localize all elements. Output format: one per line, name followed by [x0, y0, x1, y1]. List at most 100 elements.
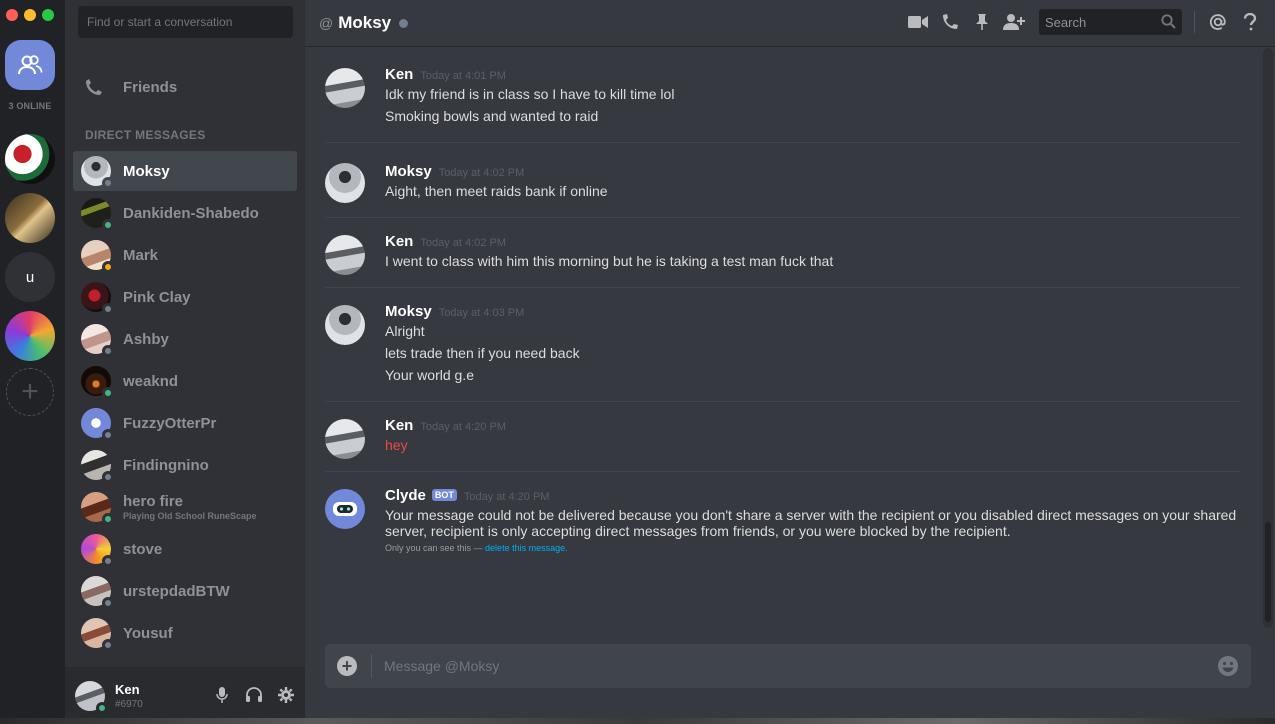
dm-item[interactable]: Findingnino [73, 445, 297, 485]
add-friend-icon[interactable] [1003, 9, 1025, 35]
dm-item[interactable]: weaknd [73, 361, 297, 401]
at-icon: @ [319, 15, 334, 31]
headphones-icon[interactable] [245, 685, 263, 705]
dm-avatar [81, 450, 114, 483]
dm-name: Yousuf [123, 624, 173, 642]
server-initial: u [25, 268, 35, 286]
window-minimize-button[interactable] [24, 9, 36, 21]
status-dot [102, 261, 114, 273]
dm-item[interactable]: Mark [73, 235, 297, 275]
dm-item[interactable]: stove [73, 529, 297, 569]
message-avatar[interactable] [325, 163, 365, 203]
message-text: Alright [385, 323, 425, 339]
dm-list: Moksy Dankiden-Shabedo Mark Pink Clay Ashby w… [73, 151, 297, 655]
message-author[interactable]: Ken [385, 233, 413, 250]
message-author[interactable]: Ken [385, 417, 413, 434]
channel-header: @ Moksy [305, 0, 1275, 47]
message-author[interactable]: Ken [385, 66, 413, 83]
message-text: Your world g.e [385, 367, 474, 383]
message-timestamp: Today at 4:01 PM [420, 70, 506, 82]
recipient-status-dot [399, 18, 409, 28]
message-avatar[interactable] [325, 305, 365, 345]
window-close-button[interactable] [6, 9, 18, 21]
delete-message-link[interactable]: delete this message. [485, 543, 568, 553]
voice-call-icon[interactable] [939, 9, 961, 35]
message-author[interactable]: Moksy [385, 303, 432, 320]
dm-avatar [81, 240, 114, 273]
message-scrollbar[interactable] [1263, 48, 1273, 628]
message-group: Moksy Today at 4:02 PM Aight, then meet ra… [325, 143, 1240, 218]
emoji-icon[interactable] [1217, 655, 1239, 677]
message-group: Moksy Today at 4:03 PM Alright lets trade t… [325, 288, 1240, 402]
settings-gear-icon[interactable] [277, 685, 295, 705]
pinned-messages-icon[interactable] [971, 9, 993, 35]
dm-activity: Playing Old School RuneScape [123, 511, 257, 521]
friends-label: Friends [123, 78, 178, 96]
message-author[interactable]: Clyde [385, 487, 426, 504]
status-dot [102, 219, 114, 231]
upload-plus-button[interactable]: + [337, 656, 357, 676]
help-icon[interactable] [1239, 9, 1261, 35]
microphone-icon[interactable] [213, 685, 231, 705]
message-avatar[interactable] [325, 489, 365, 529]
status-dot [102, 387, 114, 399]
window-maximize-button[interactable] [42, 9, 54, 21]
desktop-strip [0, 718, 1275, 724]
message-text: Your message could not be delivered beca… [385, 507, 1237, 539]
dm-avatar [81, 618, 114, 651]
message-group: Clyde BOT Today at 4:20 PM Your message cou… [325, 472, 1240, 568]
dm-item[interactable]: Moksy [73, 151, 297, 191]
friends-icon [18, 55, 43, 75]
home-button[interactable] [5, 40, 55, 90]
message-avatar[interactable] [325, 68, 365, 108]
find-conversation-input[interactable] [78, 6, 293, 38]
server-icon-2[interactable] [5, 193, 55, 243]
bot-badge: BOT [431, 489, 457, 501]
dm-name: Dankiden-Shabedo [123, 204, 259, 222]
mentions-icon[interactable] [1207, 9, 1229, 35]
message-text: I went to class with him this morning bu… [385, 253, 834, 269]
message-text: Idk my friend is in class so I have to k… [385, 86, 675, 102]
dm-avatar [81, 492, 114, 525]
status-dot [102, 345, 114, 357]
dm-item[interactable]: urstepdadBTW [73, 571, 297, 611]
dm-avatar [81, 198, 114, 231]
ephemeral-notice: Only you can see this — delete this mess… [385, 543, 1240, 553]
server-icon-3[interactable]: u [5, 252, 55, 302]
status-dot [102, 513, 114, 525]
video-call-icon[interactable] [907, 9, 929, 35]
scrollbar-thumb[interactable] [1265, 522, 1271, 622]
direct-messages-header: DIRECT MESSAGES [85, 128, 206, 142]
message-avatar[interactable] [325, 235, 365, 275]
status-dot [102, 597, 114, 609]
message-input[interactable] [372, 644, 1217, 688]
status-dot [102, 555, 114, 567]
dm-search-bar [65, 0, 305, 45]
message-timestamp: Today at 4:02 PM [420, 237, 506, 249]
dm-avatar [81, 324, 114, 357]
dm-item[interactable]: Dankiden-Shabedo [73, 193, 297, 233]
user-avatar[interactable] [75, 680, 108, 714]
dm-item[interactable]: FuzzyOtterPr [73, 403, 297, 443]
dm-avatar [81, 576, 114, 609]
status-dot [102, 639, 114, 651]
message-group: Ken Today at 4:20 PM hey [325, 402, 1240, 472]
dm-name: Findingnino [123, 456, 209, 474]
add-server-button[interactable]: + [6, 368, 54, 416]
dm-item[interactable]: Ashby [73, 319, 297, 359]
message-timestamp: Today at 4:20 PM [463, 491, 550, 503]
status-dot [102, 471, 114, 483]
message-avatar[interactable] [325, 419, 365, 459]
dm-item[interactable]: hero fire Playing Old School RuneScape [73, 487, 297, 527]
friends-nav-item[interactable]: Friends [73, 66, 297, 108]
user-discriminator: #6970 [115, 698, 143, 710]
dm-item[interactable]: Yousuf [73, 613, 297, 653]
dm-name: Moksy [123, 162, 170, 180]
dm-item[interactable]: Pink Clay [73, 277, 297, 317]
server-icon-1[interactable] [5, 134, 55, 184]
user-status-dot [96, 701, 108, 714]
server-icon-4[interactable] [5, 311, 55, 361]
message-author[interactable]: Moksy [385, 163, 432, 180]
clyde-bot-icon [333, 502, 357, 516]
status-dot [102, 429, 114, 441]
